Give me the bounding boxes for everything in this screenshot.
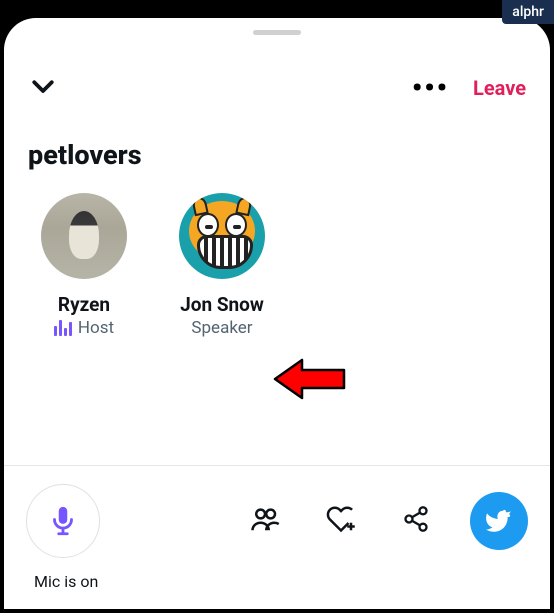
header: ••• Leave <box>4 35 550 121</box>
share-icon <box>402 505 430 533</box>
participant-jon-snow[interactable]: Jon Snow Speaker <box>172 193 272 338</box>
space-sheet: ••• Leave petlovers Ryzen Host Jon Snow … <box>4 18 550 609</box>
participant-role: Speaker <box>191 318 252 338</box>
people-button[interactable] <box>232 504 298 538</box>
people-icon <box>250 504 280 534</box>
reactions-button[interactable] <box>308 504 374 538</box>
participant-ryzen[interactable]: Ryzen Host <box>34 193 134 338</box>
more-icon[interactable]: ••• <box>412 74 449 102</box>
alphr-badge: alphr <box>502 0 554 24</box>
share-button[interactable] <box>384 505 448 537</box>
participant-role-row: Host <box>54 318 114 338</box>
participant-role-row: Speaker <box>191 318 252 338</box>
heart-plus-icon <box>326 504 356 534</box>
participants-list: Ryzen Host Jon Snow Speaker <box>4 183 550 348</box>
footer <box>4 466 550 568</box>
audio-bars-icon <box>54 320 72 336</box>
callout-arrow <box>270 354 350 404</box>
participant-name: Jon Snow <box>180 293 264 316</box>
mic-toggle-button[interactable] <box>26 484 100 558</box>
avatar <box>41 193 127 279</box>
chevron-down-icon[interactable] <box>28 71 58 105</box>
leave-button[interactable]: Leave <box>473 76 526 100</box>
compose-icon <box>486 508 512 534</box>
space-title: petlovers <box>4 121 550 183</box>
avatar <box>179 193 265 279</box>
participant-role: Host <box>78 318 114 338</box>
microphone-icon <box>46 504 80 538</box>
compose-button[interactable] <box>470 492 528 550</box>
participant-name: Ryzen <box>58 293 110 316</box>
mic-status-label: Mic is on <box>4 568 550 609</box>
